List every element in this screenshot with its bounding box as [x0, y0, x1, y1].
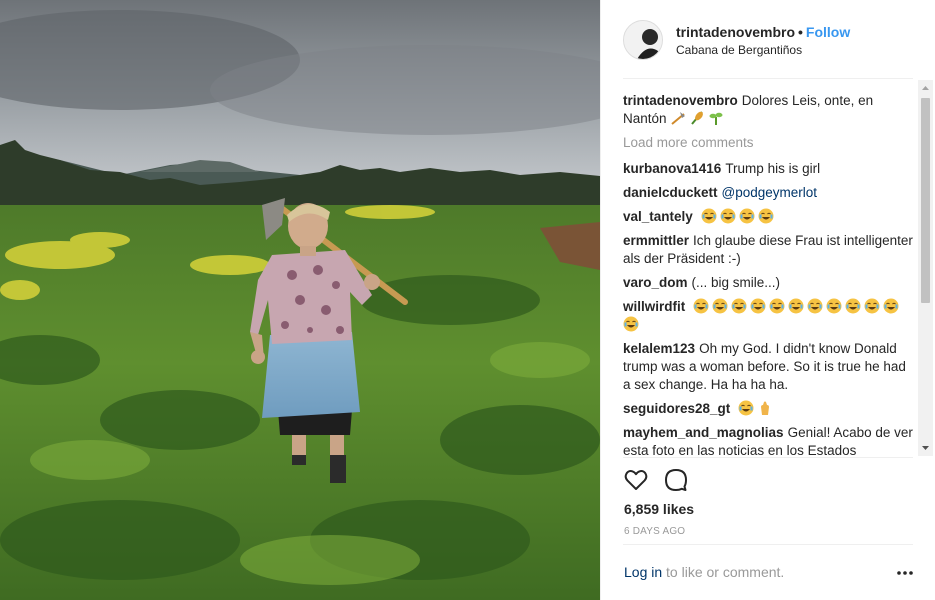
laughing-emoji-icon — [623, 316, 639, 332]
comment-username[interactable]: kelalem123 — [623, 341, 695, 356]
laughing-emoji-icon — [738, 400, 754, 416]
laughing-emoji-icon — [712, 298, 728, 314]
comment-username[interactable]: seguidores28_gt — [623, 401, 730, 416]
sheaf-emoji-icon — [691, 111, 704, 125]
actions-divider — [623, 457, 913, 458]
comments-list[interactable]: trintadenovembro Dolores Leis, onte, en N… — [623, 92, 913, 456]
comment-emojis — [738, 400, 776, 416]
seedling-emoji-icon — [709, 112, 723, 125]
laughing-emoji-icon — [758, 208, 774, 224]
avatar[interactable] — [623, 20, 663, 60]
comment-item: willwirdfit — [623, 298, 913, 334]
comments-scrollbar[interactable] — [918, 80, 933, 456]
laughing-emoji-icon — [807, 298, 823, 314]
comment-username[interactable]: varo_dom — [623, 275, 688, 290]
comment-item: danielcduckett @podgeymerlot — [623, 184, 913, 202]
laughing-emoji-icon — [731, 298, 747, 314]
comment-mention-link[interactable]: @podgeymerlot — [722, 185, 818, 200]
login-divider — [623, 544, 913, 545]
likes-count[interactable]: 6,859 likes — [624, 501, 694, 517]
comment-emojis — [701, 208, 777, 224]
comment-item: varo_dom (... big smile...) — [623, 274, 913, 292]
header-separator: • — [798, 24, 803, 40]
comment-item: kelalem123 Oh my God. I didn't know Donal… — [623, 340, 913, 394]
post-photo-illustration — [0, 0, 600, 600]
comment-text: (... big smile...) — [691, 275, 781, 290]
hoe-emoji-icon — [671, 112, 686, 125]
header-username[interactable]: trintadenovembro — [676, 24, 795, 40]
laughing-emoji-icon — [750, 298, 766, 314]
laughing-emoji-icon — [826, 298, 842, 314]
caption-username[interactable]: trintadenovembro — [623, 93, 738, 108]
scroll-down-arrow-icon[interactable] — [918, 440, 933, 456]
laughing-emoji-icon — [739, 208, 755, 224]
comment-text: Trump his is girl — [725, 161, 821, 176]
comment-icon — [665, 469, 687, 491]
comment-username[interactable]: kurbanova1416 — [623, 161, 721, 176]
more-options-icon — [897, 571, 913, 575]
avatar-image — [624, 21, 662, 59]
laughing-emoji-icon — [864, 298, 880, 314]
laughing-emoji-icon — [788, 298, 804, 314]
comment-username[interactable]: mayhem_and_magnolias — [623, 425, 784, 440]
post-detail-panel: trintadenovembro • Follow Cabana de Bergan… — [600, 0, 935, 600]
comment-item: ermmittler Ich glaube diese Frau ist inte… — [623, 232, 913, 268]
laughing-emoji-icon — [845, 298, 861, 314]
laughing-emoji-icon — [720, 208, 736, 224]
comment-item: mayhem_and_magnolias Genial! Acabo de ver… — [623, 424, 913, 456]
caption-emojis — [670, 111, 727, 126]
comment-username[interactable]: danielcduckett — [623, 185, 718, 200]
laughing-emoji-icon — [769, 298, 785, 314]
like-button[interactable] — [623, 467, 649, 493]
login-link[interactable]: Log in — [624, 564, 662, 580]
laughing-emoji-icon — [701, 208, 717, 224]
caption: trintadenovembro Dolores Leis, onte, en N… — [623, 92, 913, 128]
login-rest-text: to like or comment. — [666, 564, 785, 580]
comment-username[interactable]: val_tantely — [623, 209, 693, 224]
comment-username[interactable]: ermmittler — [623, 233, 689, 248]
follow-button[interactable]: Follow — [806, 24, 850, 40]
location-link[interactable]: Cabana de Bergantiños — [676, 43, 802, 57]
comment-username[interactable]: willwirdfit — [623, 299, 685, 314]
post-photo — [0, 0, 600, 600]
laughing-emoji-icon — [883, 298, 899, 314]
scrollbar-thumb[interactable] — [921, 98, 930, 303]
post-timestamp[interactable]: 6 DAYS AGO — [624, 526, 685, 537]
comment-item: kurbanova1416 Trump his is girl — [623, 160, 913, 178]
comment-item: seguidores28_gt — [623, 400, 913, 418]
load-more-comments[interactable]: Load more comments — [623, 134, 913, 152]
comment-button[interactable] — [663, 467, 689, 493]
heart-icon — [624, 470, 648, 490]
more-options-button[interactable] — [896, 565, 914, 581]
comment-item: val_tantely — [623, 208, 913, 226]
scroll-up-arrow-icon[interactable] — [918, 80, 933, 96]
laughing-emoji-icon — [693, 298, 709, 314]
hands-emoji-icon — [761, 401, 770, 415]
login-prompt: Log in to like or comment. — [624, 564, 784, 580]
header-divider — [623, 78, 913, 79]
post-header: trintadenovembro • Follow Cabana de Bergan… — [601, 0, 935, 78]
header-user-line: trintadenovembro • Follow — [676, 24, 850, 40]
